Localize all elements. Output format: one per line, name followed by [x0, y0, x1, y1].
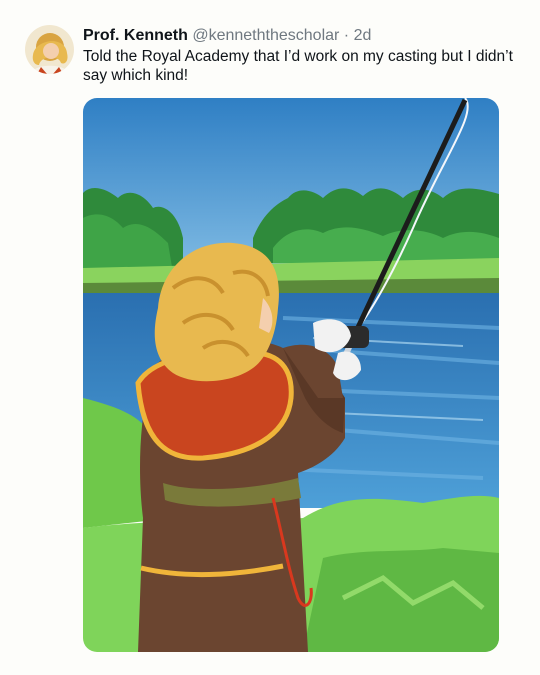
tweet-header: Prof. Kenneth @kenneththescholar · 2d — [83, 25, 371, 46]
tweet-media-image[interactable] — [83, 98, 499, 652]
tweet-timestamp[interactable]: 2d — [354, 27, 372, 44]
header-separator: · — [343, 27, 350, 44]
tweet-text: Told the Royal Academy that I’d work on … — [83, 48, 513, 84]
author-avatar[interactable] — [25, 25, 74, 74]
author-handle[interactable]: @kenneththescholar — [192, 27, 339, 44]
tweet: Prof. Kenneth @kenneththescholar · 2d To… — [0, 0, 540, 675]
author-display-name[interactable]: Prof. Kenneth — [83, 27, 188, 44]
